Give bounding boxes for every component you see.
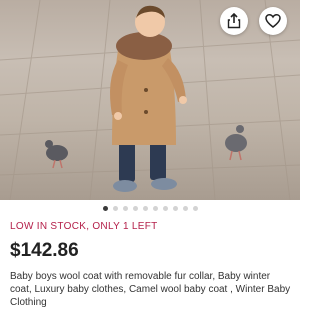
product-title: Baby boys wool coat with removable fur c… — [10, 271, 291, 308]
heart-outline-icon — [265, 13, 281, 29]
carousel-dot[interactable] — [152, 206, 158, 211]
image-carousel-dots[interactable] — [0, 206, 300, 212]
share-button[interactable] — [220, 7, 248, 35]
pigeon-left — [45, 140, 68, 169]
favorite-button[interactable] — [259, 7, 287, 35]
carousel-dot[interactable] — [192, 206, 198, 211]
child-figure — [110, 5, 187, 192]
carousel-dot[interactable] — [182, 206, 188, 211]
carousel-dot[interactable] — [172, 206, 178, 211]
share-icon — [226, 13, 242, 29]
stock-status: LOW IN STOCK, ONLY 1 LEFT — [10, 221, 158, 232]
pigeon-right — [225, 125, 247, 161]
carousel-dot[interactable] — [122, 206, 128, 211]
product-photo-illustration — [0, 0, 300, 200]
carousel-dot[interactable] — [162, 206, 168, 211]
carousel-dot[interactable] — [102, 206, 108, 211]
product-price: $142.86 — [10, 240, 79, 261]
carousel-dot[interactable] — [142, 206, 148, 211]
carousel-dot[interactable] — [112, 206, 118, 211]
product-photo[interactable] — [0, 0, 300, 200]
carousel-dot[interactable] — [132, 206, 138, 211]
